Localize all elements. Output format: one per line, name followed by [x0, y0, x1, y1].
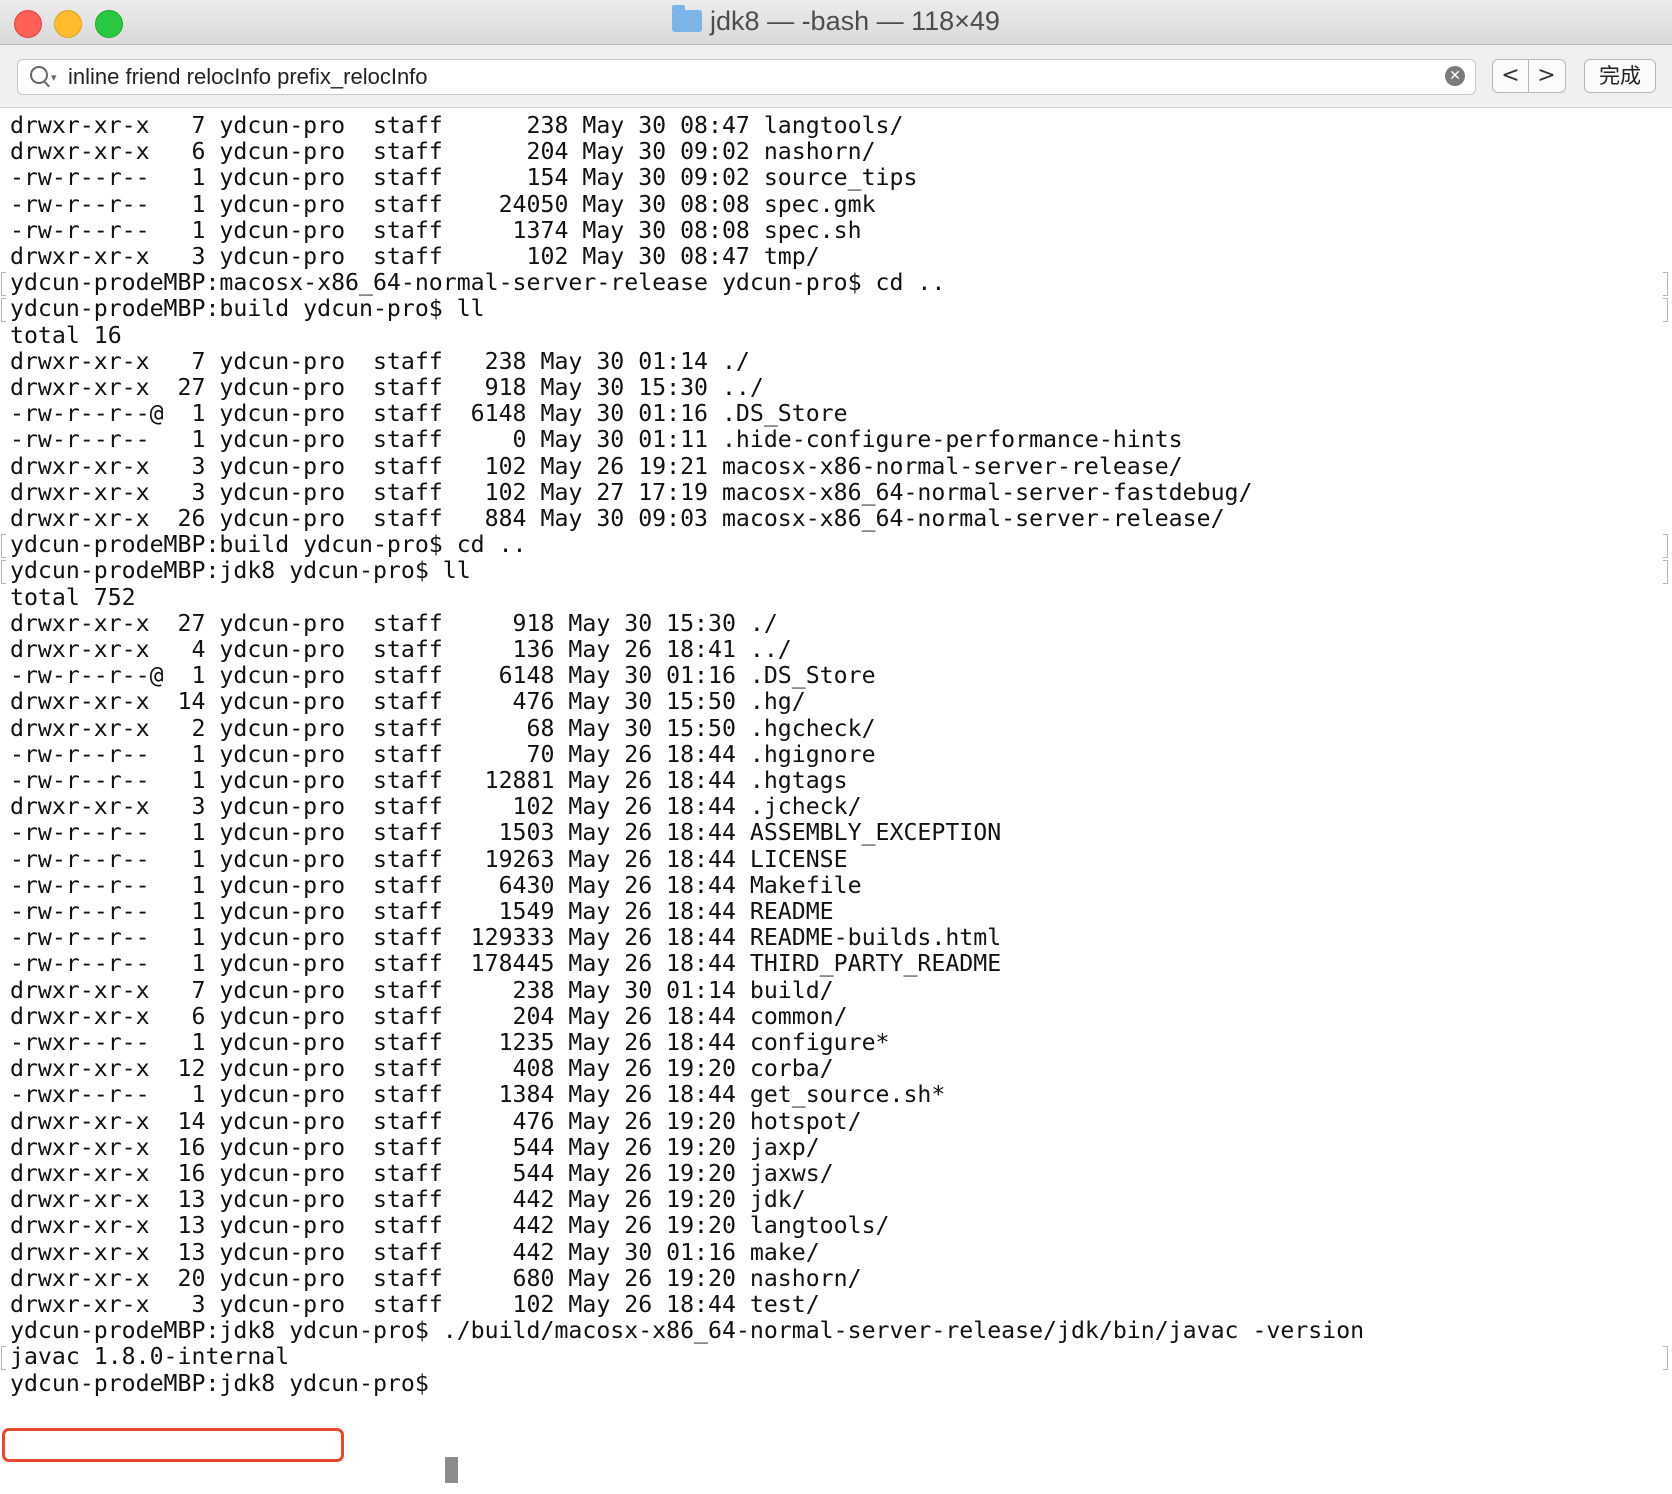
- terminal-line: -rw-r--r-- 1 ydcun-pro staff 129333 May …: [10, 924, 1002, 952]
- prompt-mark-left: [1, 560, 6, 585]
- terminal-line: ydcun-prodeMBP:build ydcun-pro$ cd ..: [10, 531, 527, 559]
- done-button[interactable]: 完成: [1584, 59, 1656, 93]
- terminal-line: -rw-r--r-- 1 ydcun-pro staff 154 May 30 …: [10, 164, 918, 192]
- find-bar: ▾ inline friend relocInfo prefix_relocIn…: [0, 45, 1672, 108]
- terminal-line: -rw-r--r-- 1 ydcun-pro staff 6430 May 26…: [10, 871, 862, 899]
- prompt-mark-right: [1663, 298, 1668, 323]
- terminal-line: drwxr-xr-x 7 ydcun-pro staff 238 May 30 …: [10, 112, 904, 139]
- terminal-line: -rw-r--r-- 1 ydcun-pro staff 70 May 26 1…: [10, 740, 876, 768]
- terminal-line: -rwxr--r-- 1 ydcun-pro staff 1235 May 26…: [10, 1029, 890, 1056]
- terminal-line: drwxr-xr-x 16 ydcun-pro staff 544 May 26…: [10, 1160, 834, 1187]
- terminal-line: drwxr-xr-x 3 ydcun-pro staff 102 May 26 …: [10, 452, 1183, 480]
- title-bar: jdk8 — -bash — 118×49: [0, 0, 1672, 45]
- terminal-line: drwxr-xr-x 3 ydcun-pro staff 102 May 26 …: [10, 793, 862, 821]
- search-input[interactable]: inline friend relocInfo prefix_relocInfo: [68, 64, 428, 90]
- folder-icon: [672, 5, 703, 32]
- prompt-mark-left: [1, 1346, 6, 1371]
- window-title: jdk8 — -bash — 118×49: [0, 5, 1672, 37]
- terminal-line: ydcun-prodeMBP:build ydcun-pro$ ll: [10, 295, 485, 323]
- terminal-line: drwxr-xr-x 26 ydcun-pro staff 884 May 30…: [10, 505, 1225, 532]
- terminal-line: drwxr-xr-x 27 ydcun-pro staff 918 May 30…: [10, 609, 778, 637]
- prompt-mark-left: [1, 298, 6, 323]
- terminal-line: -rw-r--r-- 1 ydcun-pro staff 1503 May 26…: [10, 819, 1002, 847]
- terminal-line: drwxr-xr-x 7 ydcun-pro staff 238 May 30 …: [10, 347, 750, 375]
- terminal-line: -rw-r--r-- 1 ydcun-pro staff 178445 May …: [10, 950, 1002, 978]
- terminal-line: drwxr-xr-x 3 ydcun-pro staff 102 May 30 …: [10, 243, 820, 270]
- prompt-mark-right: [1663, 560, 1668, 585]
- terminal-line: drwxr-xr-x 14 ydcun-pro staff 476 May 30…: [10, 688, 806, 716]
- terminal-line: -rw-r--r-- 1 ydcun-pro staff 0 May 30 01…: [10, 426, 1183, 454]
- terminal-line: drwxr-xr-x 16 ydcun-pro staff 544 May 26…: [10, 1133, 820, 1161]
- terminal-line: drwxr-xr-x 14 ydcun-pro staff 476 May 26…: [10, 1107, 862, 1135]
- terminal-line: -rw-r--r--@ 1 ydcun-pro staff 6148 May 3…: [10, 400, 848, 428]
- search-field[interactable]: ▾ inline friend relocInfo prefix_relocIn…: [17, 59, 1476, 95]
- terminal-line: drwxr-xr-x 6 ydcun-pro staff 204 May 30 …: [10, 138, 876, 166]
- terminal-line: ydcun-prodeMBP:jdk8 ydcun-pro$ ll: [10, 557, 471, 585]
- window-title-text: jdk8 — -bash — 118×49: [710, 6, 1000, 36]
- terminal-line: drwxr-xr-x 6 ydcun-pro staff 204 May 26 …: [10, 1002, 848, 1030]
- terminal-line: -rw-r--r-- 1 ydcun-pro staff 1549 May 26…: [10, 898, 834, 925]
- terminal-line: drwxr-xr-x 3 ydcun-pro staff 102 May 27 …: [10, 478, 1253, 506]
- prompt-mark-right: [1663, 1346, 1668, 1371]
- terminal-line: -rw-r--r-- 1 ydcun-pro staff 12881 May 2…: [10, 767, 848, 794]
- version-output-highlight: [2, 1428, 344, 1462]
- terminal-line: -rw-r--r--@ 1 ydcun-pro staff 6148 May 3…: [10, 662, 876, 690]
- terminal-line: drwxr-xr-x 2 ydcun-pro staff 68 May 30 1…: [10, 714, 876, 742]
- terminal-line: drwxr-xr-x 27 ydcun-pro staff 918 May 30…: [10, 374, 764, 401]
- terminal-line: -rw-r--r-- 1 ydcun-pro staff 24050 May 3…: [10, 190, 876, 218]
- terminal-line: drwxr-xr-x 13 ydcun-pro staff 442 May 30…: [10, 1238, 820, 1266]
- terminal-line: total 16: [10, 321, 122, 349]
- terminal-line: -rw-r--r-- 1 ydcun-pro staff 19263 May 2…: [10, 845, 848, 873]
- terminal-line: -rwxr--r-- 1 ydcun-pro staff 1384 May 26…: [10, 1081, 946, 1109]
- terminal-line: total 752: [10, 583, 136, 611]
- terminal-line: drwxr-xr-x 12 ydcun-pro staff 408 May 26…: [10, 1055, 834, 1083]
- terminal-line: drwxr-xr-x 13 ydcun-pro staff 442 May 26…: [10, 1186, 806, 1214]
- terminal-cursor: [445, 1457, 458, 1483]
- terminal-line: drwxr-xr-x 4 ydcun-pro staff 136 May 26 …: [10, 636, 792, 663]
- prompt-mark-right: [1663, 534, 1668, 559]
- terminal-line: ydcun-prodeMBP:macosx-x86_64-normal-serv…: [10, 269, 946, 297]
- terminal-line: ydcun-prodeMBP:jdk8 ydcun-pro$: [10, 1369, 443, 1397]
- terminal-output[interactable]: drwxr-xr-x 7 ydcun-pro staff 238 May 30 …: [0, 108, 1672, 1494]
- search-icon[interactable]: [30, 66, 48, 84]
- terminal-line: drwxr-xr-x 7 ydcun-pro staff 238 May 30 …: [10, 976, 834, 1004]
- terminal-line: drwxr-xr-x 3 ydcun-pro staff 102 May 26 …: [10, 1291, 820, 1318]
- find-next-button[interactable]: >: [1529, 60, 1564, 92]
- terminal-line: drwxr-xr-x 20 ydcun-pro staff 680 May 26…: [10, 1264, 862, 1292]
- terminal-line: ydcun-prodeMBP:jdk8 ydcun-pro$ ./build/m…: [10, 1317, 1365, 1345]
- prompt-mark-left: [1, 272, 6, 297]
- prompt-mark-right: [1663, 272, 1668, 297]
- clear-search-icon[interactable]: ✕: [1445, 66, 1465, 86]
- terminal-line: -rw-r--r-- 1 ydcun-pro staff 1374 May 30…: [10, 216, 862, 244]
- terminal-line: javac 1.8.0-internal: [10, 1343, 290, 1371]
- prompt-mark-left: [1, 534, 6, 559]
- find-navigation: < >: [1492, 59, 1566, 93]
- search-options-chevron-down-icon[interactable]: ▾: [51, 71, 57, 84]
- terminal-line: drwxr-xr-x 13 ydcun-pro staff 442 May 26…: [10, 1212, 890, 1240]
- find-previous-button[interactable]: <: [1493, 60, 1529, 92]
